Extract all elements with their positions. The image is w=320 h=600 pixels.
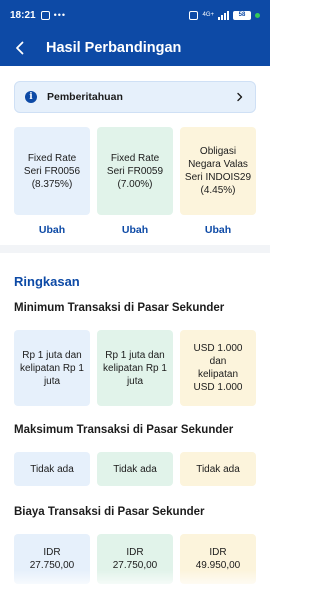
min-transaction-value: USD 1.000 dan kelipatan USD 1.000 (180, 330, 256, 406)
notice-banner[interactable]: i Pemberitahuan (14, 81, 256, 113)
min-transaction-value: Rp 1 juta dan kelipatan Rp 1 juta (14, 330, 90, 406)
cell-text: IDR 49.950,00 (195, 547, 241, 571)
cell-text: IDR 27.750,00 (29, 547, 75, 571)
change-product-button[interactable]: Ubah (97, 224, 173, 236)
battery-icon: 58 (233, 10, 251, 20)
product-name: Fixed Rate Seri FR0056 (8.375%) (23, 152, 81, 190)
chevron-right-icon (237, 92, 243, 102)
max-transaction-value: Tidak ada (97, 452, 173, 486)
fee-label: Biaya Transaksi di Pasar Sekunder (14, 506, 205, 518)
app-bar: Hasil Perbandingan (0, 30, 270, 66)
cell-text: Rp 1 juta dan kelipatan Rp 1 juta (103, 349, 167, 387)
product-card: Fixed Rate Seri FR0059 (7.00%) (97, 127, 173, 215)
bottom-fade (0, 570, 270, 600)
page-title: Hasil Perbandingan (46, 40, 182, 56)
change-product-button[interactable]: Ubah (14, 224, 90, 236)
signal-icon (218, 10, 229, 20)
screen-record-icon (189, 10, 199, 20)
privacy-dot-icon (255, 12, 260, 18)
change-buttons-row: Ubah Ubah Ubah (14, 224, 256, 236)
max-transaction-label: Maksimum Transaksi di Pasar Sekunder (14, 424, 234, 436)
cell-text: IDR 27.750,00 (112, 547, 158, 571)
max-transaction-value: Tidak ada (180, 452, 256, 486)
cell-text: Tidak ada (196, 463, 240, 475)
cell-text: Tidak ada (30, 463, 74, 475)
product-card: Obligasi Negara Valas Seri INDOIS29 (4.4… (180, 127, 256, 215)
network-type: 4G+ (202, 12, 214, 18)
back-button[interactable] (0, 30, 40, 66)
status-bar: 18:21 ••• 4G+ 58 (0, 0, 270, 30)
section-divider (0, 245, 270, 253)
status-right: 4G+ 58 (189, 10, 260, 20)
more-notifications-icon: ••• (53, 10, 67, 20)
product-cards: Fixed Rate Seri FR0056 (8.375%) Fixed Ra… (14, 127, 256, 215)
max-transaction-row: Tidak ada Tidak ada Tidak ada (14, 452, 256, 486)
cell-text: Tidak ada (113, 463, 157, 475)
info-icon: i (25, 91, 37, 103)
min-transaction-value: Rp 1 juta dan kelipatan Rp 1 juta (97, 330, 173, 406)
arrow-left-icon (16, 41, 24, 55)
cell-text: Rp 1 juta dan kelipatan Rp 1 juta (20, 349, 84, 387)
min-transaction-row: Rp 1 juta dan kelipatan Rp 1 juta Rp 1 j… (14, 330, 256, 406)
main-content: i Pemberitahuan Fixed Rate Seri FR0056 (… (0, 66, 270, 600)
min-transaction-label: Minimum Transaksi di Pasar Sekunder (14, 302, 225, 314)
status-time: 18:21 (10, 9, 36, 21)
change-product-button[interactable]: Ubah (180, 224, 256, 236)
cell-text: USD 1.000 dan kelipatan USD 1.000 (193, 343, 243, 393)
status-notification-icons: ••• (40, 10, 67, 20)
notification-app-icon (40, 10, 50, 20)
product-card: Fixed Rate Seri FR0056 (8.375%) (14, 127, 90, 215)
summary-title: Ringkasan (14, 274, 80, 289)
product-name: Fixed Rate Seri FR0059 (7.00%) (106, 152, 164, 190)
max-transaction-value: Tidak ada (14, 452, 90, 486)
notice-label: Pemberitahuan (47, 91, 123, 103)
product-name: Obligasi Negara Valas Seri INDOIS29 (4.4… (184, 146, 252, 196)
